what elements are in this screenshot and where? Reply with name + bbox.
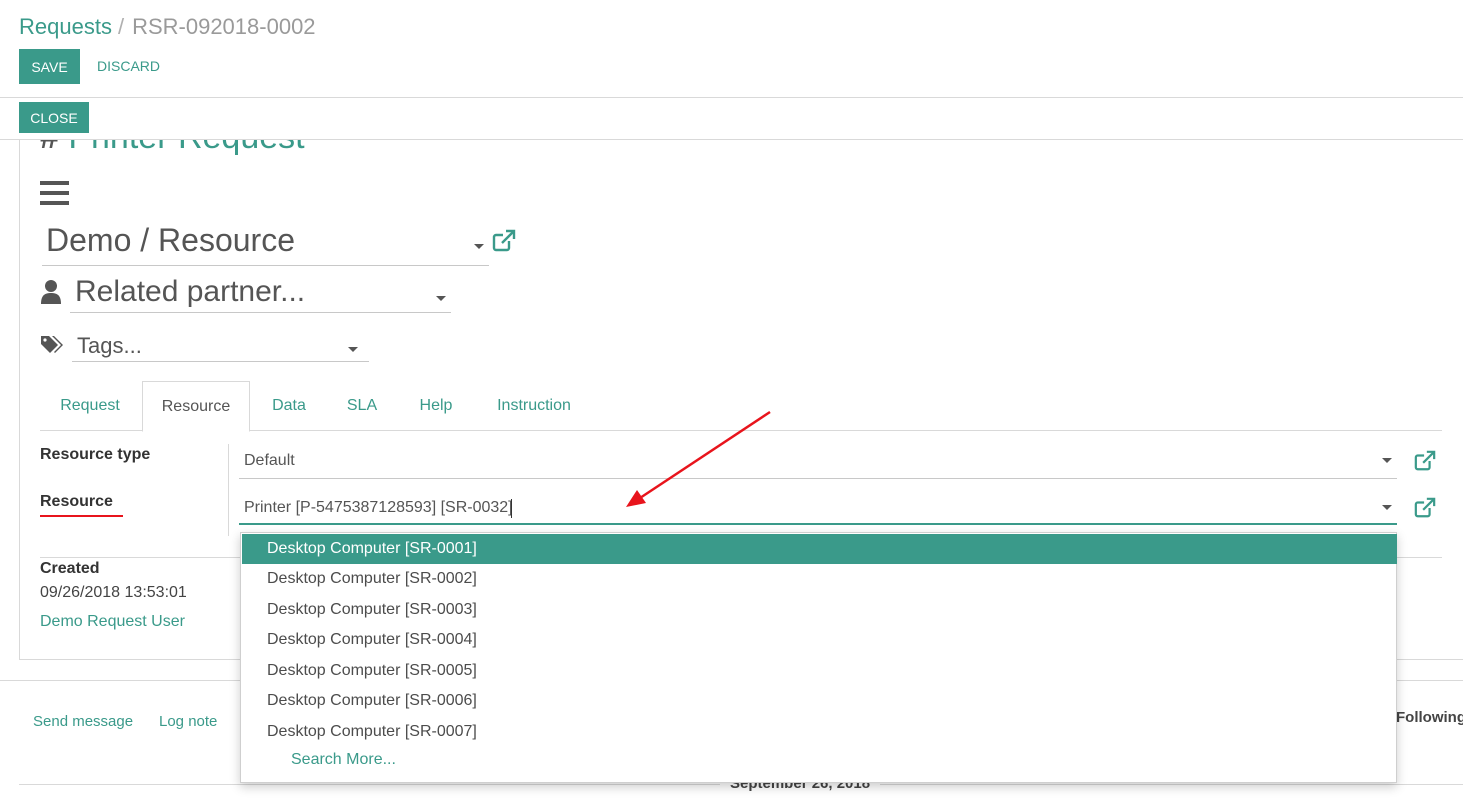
created-label: Created [40, 560, 100, 577]
resource-label-underline-annotation [40, 515, 123, 517]
label-divider [228, 444, 229, 536]
breadcrumb-current: RSR-092018-0002 [132, 14, 316, 39]
status-bar: CLOSE [0, 98, 1463, 140]
user-icon [41, 280, 61, 304]
created-date: 09/26/2018 13:53:01 [40, 584, 187, 601]
tags-field[interactable]: Tags... [77, 333, 142, 359]
resource-type-caret-down-icon[interactable] [1382, 458, 1392, 463]
tab-sla[interactable]: SLA [338, 381, 386, 431]
category-external-link-icon[interactable] [491, 229, 517, 253]
resource-type-label: Resource type [40, 446, 151, 463]
category-caret-down-icon[interactable] [474, 244, 484, 249]
following-button[interactable]: Following [1396, 709, 1463, 726]
resource-external-link-icon[interactable] [1412, 497, 1438, 519]
resource-type-external-link-icon[interactable] [1412, 450, 1438, 472]
breadcrumb: Requests / RSR-092018-0002 [19, 14, 316, 40]
tab-resource[interactable]: Resource [142, 381, 250, 432]
send-message-button[interactable]: Send message [33, 713, 133, 730]
dropdown-item[interactable]: Desktop Computer [SR-0004] [242, 625, 1397, 655]
resource-input[interactable]: Printer [P-5475387128593] [SR-0032] [244, 499, 513, 517]
dropdown-item[interactable]: Desktop Computer [SR-0002] [242, 564, 1397, 594]
category-underline [42, 265, 489, 266]
tab-request[interactable]: Request [40, 381, 140, 431]
tags-underline [72, 361, 369, 362]
tags-caret-down-icon[interactable] [348, 347, 358, 352]
category-field[interactable]: Demo / Resource [46, 222, 295, 259]
resource-label: Resource [40, 493, 113, 510]
breadcrumb-separator: / [117, 14, 125, 39]
log-note-button[interactable]: Log note [159, 713, 217, 730]
dropdown-item[interactable]: Desktop Computer [SR-0007] [242, 717, 1397, 747]
resource-type-input[interactable]: Default [244, 452, 295, 470]
resource-underline [239, 523, 1397, 525]
tags-icon [41, 336, 63, 353]
discard-button[interactable]: DISCARD [97, 58, 160, 74]
partner-caret-down-icon[interactable] [436, 296, 446, 301]
notebook-tabs: Request Resource Data SLA Help Instructi… [40, 381, 1442, 432]
save-button[interactable]: SAVE [19, 49, 80, 84]
hamburger-icon[interactable] [40, 181, 69, 205]
resource-autocomplete-dropdown: Desktop Computer [SR-0001] Desktop Compu… [240, 532, 1397, 783]
tab-data[interactable]: Data [262, 381, 316, 431]
breadcrumb-requests-link[interactable]: Requests [19, 14, 112, 39]
tab-instruction[interactable]: Instruction [486, 381, 582, 431]
text-cursor [511, 499, 512, 518]
dropdown-item[interactable]: Desktop Computer [SR-0006] [242, 686, 1397, 716]
tab-help[interactable]: Help [410, 381, 462, 431]
control-panel: Requests / RSR-092018-0002 SAVE DISCARD [0, 0, 1463, 98]
dropdown-item[interactable]: Desktop Computer [SR-0003] [242, 595, 1397, 625]
dropdown-item[interactable]: Desktop Computer [SR-0001] [242, 534, 1397, 564]
resource-type-underline [239, 478, 1397, 479]
search-more-link[interactable]: Search More... [291, 751, 396, 769]
created-by-link[interactable]: Demo Request User [40, 613, 185, 631]
partner-field[interactable]: Related partner... [75, 275, 305, 309]
dropdown-item[interactable]: Desktop Computer [SR-0005] [242, 656, 1397, 686]
close-button[interactable]: CLOSE [19, 102, 89, 133]
resource-caret-down-icon[interactable] [1382, 505, 1392, 510]
partner-underline [70, 312, 451, 313]
